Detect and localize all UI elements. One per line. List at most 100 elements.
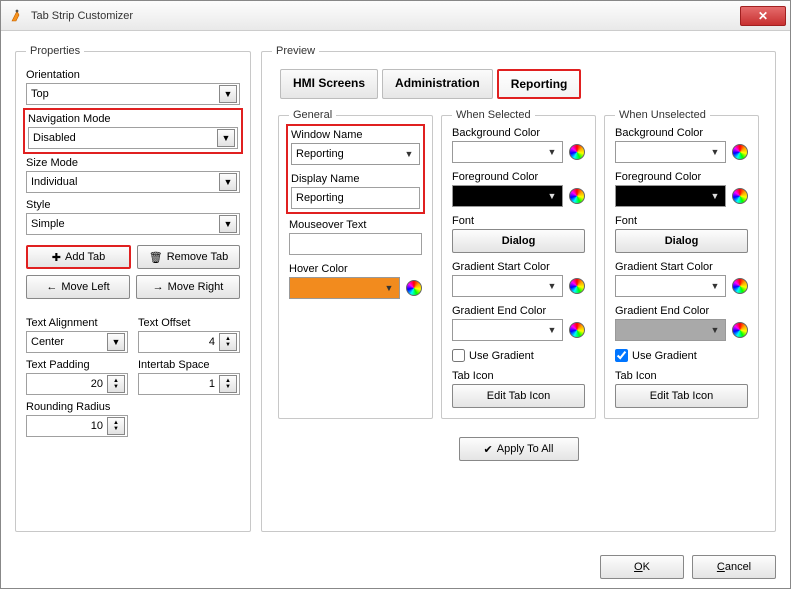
window-name-combo[interactable]: Reporting ▼	[291, 143, 420, 165]
tab-label: Reporting	[511, 77, 568, 91]
sel-use-gradient-checkbox[interactable]: Use Gradient	[452, 349, 585, 362]
nav-mode-label: Navigation Mode	[28, 113, 238, 125]
style-value: Simple	[31, 218, 219, 230]
unsel-use-gradient-input[interactable]	[615, 349, 628, 362]
apply-to-all-button[interactable]: ✔ Apply To All	[459, 437, 579, 461]
color-wheel-icon[interactable]	[569, 278, 585, 294]
chevron-down-icon: ▼	[401, 149, 417, 159]
spinner-buttons-icon: ▲▼	[107, 417, 125, 435]
chevron-down-icon: ▼	[219, 215, 237, 233]
move-right-label: Move Right	[168, 281, 224, 293]
color-wheel-icon[interactable]	[406, 280, 422, 296]
display-name-input[interactable]	[291, 187, 420, 209]
chevron-down-icon: ▼	[707, 191, 723, 201]
text-offset-spinner[interactable]: 4 ▲▼	[138, 331, 240, 353]
general-legend: General	[289, 109, 336, 121]
sel-fg-combo[interactable]: ▼	[452, 185, 563, 207]
mouseover-label: Mouseover Text	[289, 219, 422, 231]
sel-fg-label: Foreground Color	[452, 171, 585, 183]
unsel-font-btn-label: Dialog	[665, 235, 699, 247]
chevron-down-icon: ▼	[107, 333, 125, 351]
hover-color-combo[interactable]: ▼	[289, 277, 400, 299]
unsel-use-gradient-checkbox[interactable]: Use Gradient	[615, 349, 748, 362]
display-name-value[interactable]	[296, 188, 417, 208]
color-wheel-icon[interactable]	[732, 322, 748, 338]
titlebar: Tab Strip Customizer ✕	[1, 1, 790, 31]
sel-tab-icon-label: Tab Icon	[452, 370, 585, 382]
sel-bg-combo[interactable]: ▼	[452, 141, 563, 163]
size-mode-combo[interactable]: Individual ▼	[26, 171, 240, 193]
sel-grad-end-combo[interactable]: ▼	[452, 319, 563, 341]
chevron-down-icon: ▼	[544, 147, 560, 157]
tab-administration[interactable]: Administration	[382, 69, 493, 99]
unsel-grad-start-combo[interactable]: ▼	[615, 275, 726, 297]
unsel-grad-end-combo[interactable]: ▼	[615, 319, 726, 341]
add-tab-button[interactable]: ✚ Add Tab	[26, 245, 131, 269]
apply-to-all-label: Apply To All	[497, 443, 554, 455]
unsel-use-gradient-label: Use Gradient	[632, 350, 697, 362]
spinner-buttons-icon: ▲▼	[219, 333, 237, 351]
mouseover-value[interactable]	[294, 234, 419, 254]
ok-label: OK	[634, 561, 650, 573]
rounding-spinner[interactable]: 10 ▲▼	[26, 415, 128, 437]
sel-use-gradient-input[interactable]	[452, 349, 465, 362]
window-name-label: Window Name	[291, 129, 420, 141]
unsel-fg-combo[interactable]: ▼	[615, 185, 726, 207]
chevron-down-icon: ▼	[544, 191, 560, 201]
unsel-edit-icon-button[interactable]: Edit Tab Icon	[615, 384, 748, 408]
display-name-label: Display Name	[291, 173, 420, 185]
ok-button[interactable]: OK	[600, 555, 684, 579]
text-align-label: Text Alignment	[26, 317, 128, 329]
remove-tab-label: Remove Tab	[167, 251, 229, 263]
plus-icon: ✚	[52, 251, 61, 264]
style-label: Style	[26, 199, 240, 211]
chevron-down-icon: ▼	[381, 283, 397, 293]
move-right-button[interactable]: → Move Right	[136, 275, 240, 299]
preview-tabs: HMI Screens Administration Reporting	[272, 63, 765, 109]
selected-group: When Selected Background Color ▼ Foregro…	[441, 109, 596, 419]
window-name-value: Reporting	[296, 148, 344, 160]
unsel-font-button[interactable]: Dialog	[615, 229, 748, 253]
tab-hmi-screens[interactable]: HMI Screens	[280, 69, 378, 99]
dialog-window: Tab Strip Customizer ✕ Properties Orient…	[0, 0, 791, 589]
selected-legend: When Selected	[452, 109, 535, 121]
window-title: Tab Strip Customizer	[31, 10, 740, 22]
sel-edit-icon-button[interactable]: Edit Tab Icon	[452, 384, 585, 408]
chevron-down-icon: ▼	[219, 85, 237, 103]
size-mode-value: Individual	[31, 176, 219, 188]
color-wheel-icon[interactable]	[732, 278, 748, 294]
move-left-button[interactable]: ← Move Left	[26, 275, 130, 299]
cancel-label: Cancel	[717, 561, 751, 573]
color-wheel-icon[interactable]	[569, 144, 585, 160]
unsel-grad-end-label: Gradient End Color	[615, 305, 748, 317]
orientation-combo[interactable]: Top ▼	[26, 83, 240, 105]
chevron-down-icon: ▼	[544, 281, 560, 291]
color-wheel-icon[interactable]	[732, 144, 748, 160]
intertab-spinner[interactable]: 1 ▲▼	[138, 373, 240, 395]
chevron-down-icon: ▼	[707, 325, 723, 335]
text-padding-spinner[interactable]: 20 ▲▼	[26, 373, 128, 395]
cancel-button[interactable]: Cancel	[692, 555, 776, 579]
intertab-label: Intertab Space	[138, 359, 240, 371]
color-wheel-icon[interactable]	[569, 188, 585, 204]
spinner-buttons-icon: ▲▼	[219, 375, 237, 393]
arrow-right-icon: →	[153, 281, 164, 293]
color-wheel-icon[interactable]	[732, 188, 748, 204]
unsel-bg-combo[interactable]: ▼	[615, 141, 726, 163]
color-wheel-icon[interactable]	[569, 322, 585, 338]
nav-mode-combo[interactable]: Disabled ▼	[28, 127, 238, 149]
mouseover-input[interactable]	[289, 233, 422, 255]
move-left-label: Move Left	[61, 281, 109, 293]
preview-group: Preview HMI Screens Administration Repor…	[261, 45, 776, 532]
close-button[interactable]: ✕	[740, 6, 786, 26]
style-combo[interactable]: Simple ▼	[26, 213, 240, 235]
unselected-group: When Unselected Background Color ▼ Foreg…	[604, 109, 759, 419]
sel-font-button[interactable]: Dialog	[452, 229, 585, 253]
sel-grad-start-combo[interactable]: ▼	[452, 275, 563, 297]
text-align-combo[interactable]: Center ▼	[26, 331, 128, 353]
sel-grad-start-label: Gradient Start Color	[452, 261, 585, 273]
text-offset-value: 4	[143, 336, 219, 348]
tab-reporting[interactable]: Reporting	[497, 69, 582, 99]
text-padding-label: Text Padding	[26, 359, 128, 371]
remove-tab-button[interactable]: 🗑 Remove Tab	[137, 245, 240, 269]
